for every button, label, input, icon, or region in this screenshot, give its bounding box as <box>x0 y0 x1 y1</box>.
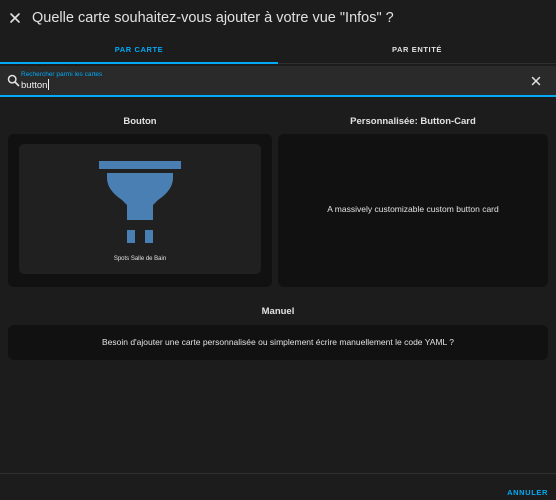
tab-par-entite[interactable]: PAR ENTITÉ <box>278 36 556 63</box>
close-icon <box>10 13 20 23</box>
close-button[interactable] <box>0 0 30 36</box>
section-title-bouton: Bouton <box>123 116 157 127</box>
entity-name: Spots Salle de Bain <box>113 256 167 262</box>
close-icon <box>531 76 541 85</box>
card-custom-button[interactable]: A massively customizable custom button c… <box>278 134 548 287</box>
clear-search-button[interactable] <box>526 71 546 91</box>
search-field[interactable]: Rechercher parmi les cartes button <box>21 66 526 95</box>
card-description: A massively customizable custom button c… <box>327 204 499 214</box>
ceiling-light-icon <box>99 161 181 243</box>
dialog-title: Quelle carte souhaitez-vous ajouter à vo… <box>32 10 394 26</box>
dialog-header: Quelle carte souhaitez-vous ajouter à vo… <box>0 0 556 36</box>
tab-par-carte[interactable]: PAR CARTE <box>0 36 278 64</box>
search-bar: Rechercher parmi les cartes button <box>0 66 556 97</box>
manuel-description: Besoin d'ajouter une carte personnalisée… <box>101 337 455 347</box>
card-manuel[interactable]: Besoin d'ajouter une carte personnalisée… <box>8 325 548 360</box>
text-caret <box>48 79 49 90</box>
section-title-manuel: Manuel <box>261 306 295 317</box>
button-card-preview: Spots Salle de Bain <box>19 144 261 274</box>
search-icon <box>3 71 23 91</box>
card-bouton[interactable]: Spots Salle de Bain <box>8 134 272 287</box>
tab-bar: PAR CARTE PAR ENTITÉ <box>0 36 556 64</box>
search-label: Rechercher parmi les cartes <box>21 71 103 78</box>
cancel-button[interactable]: ANNULER <box>507 488 548 497</box>
search-input[interactable]: button <box>21 80 421 91</box>
dialog-footer: ANNULER <box>0 473 556 500</box>
section-title-custom: Personnalisée: Button-Card <box>350 116 476 127</box>
